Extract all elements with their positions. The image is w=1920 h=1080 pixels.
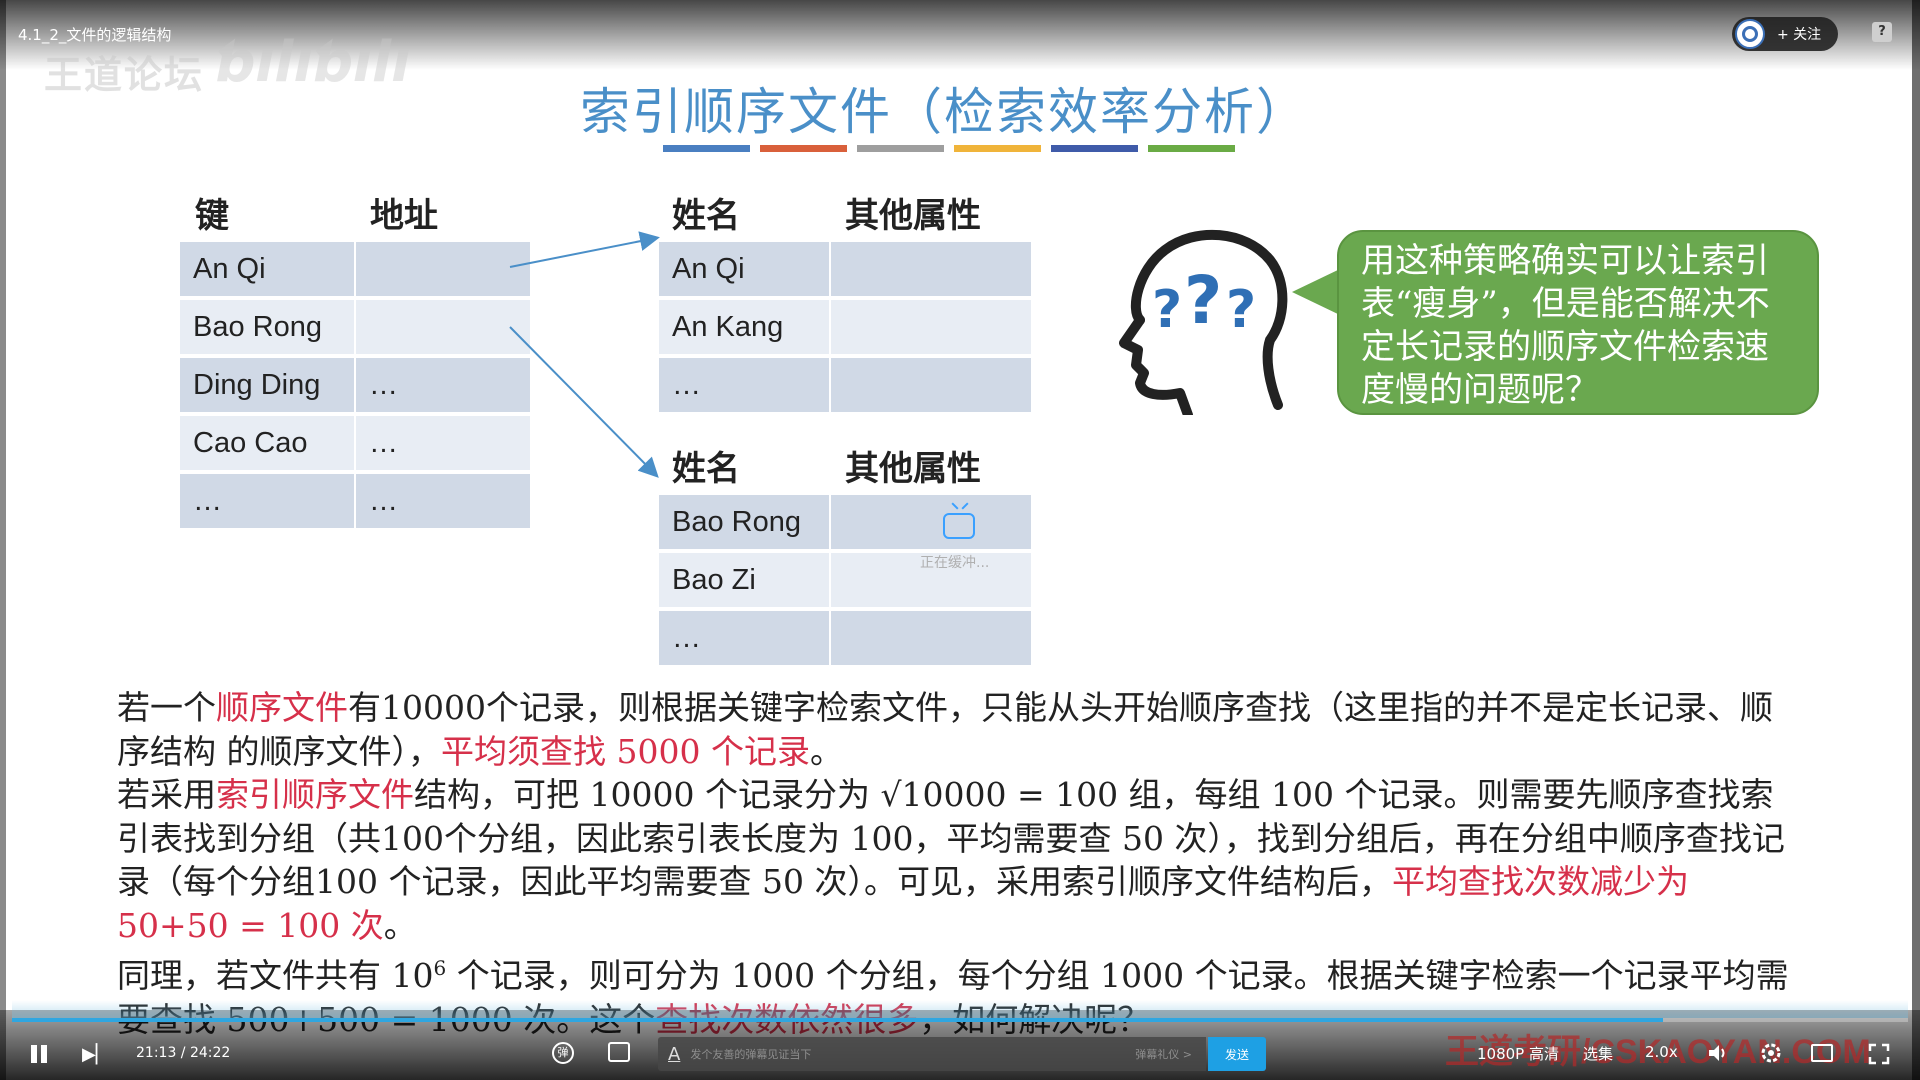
episodes-button[interactable]: 选集 xyxy=(1583,1043,1613,1064)
title-color-bars xyxy=(663,145,1235,152)
danmaku-input-wrap: A 弹幕礼仪 > xyxy=(658,1037,1206,1071)
danmaku-style-icon[interactable]: A xyxy=(668,1044,680,1065)
danmaku-input[interactable] xyxy=(690,1047,1136,1061)
title-color-bar xyxy=(857,145,944,152)
group-table-1-header-attrs: 其他属性 xyxy=(845,196,981,236)
title-color-bar xyxy=(663,145,750,152)
group-table-2-cell xyxy=(831,611,1031,665)
progress-heatmap xyxy=(12,1000,1908,1018)
send-danmaku-button[interactable]: 发送 xyxy=(1208,1037,1266,1071)
watermark-top-left: 王道论坛 xyxy=(44,53,205,97)
group-table-1-cell: An Qi xyxy=(659,242,829,296)
thinking-head-icon: ? ? ? xyxy=(1119,229,1288,415)
follow-button[interactable]: + 关注 xyxy=(1732,17,1838,51)
time-display: 21:13 / 24:22 xyxy=(136,1045,231,1061)
text-segment: 同理，若文件共有 10 xyxy=(117,956,434,995)
speech-bubble-tail xyxy=(1292,268,1342,316)
buffering-text: 正在缓冲... xyxy=(920,555,990,571)
index-table-cell: … xyxy=(356,474,530,528)
uploader-avatar xyxy=(1735,19,1765,49)
paragraph-1: 若一个顺序文件有10000个记录，则根据关键字检索文件，只能从头开始顺序查找（这… xyxy=(117,686,1797,773)
tv-icon xyxy=(943,513,975,539)
text-segment: 。 xyxy=(383,905,417,945)
text-segment: 有10000个记录，则根据关键字检索文件，只能从头开始顺序查找（这里指的并不是定… xyxy=(117,688,1773,771)
arrow-an-qi xyxy=(509,231,660,268)
pause-button[interactable] xyxy=(28,1043,50,1065)
highlighted-text: 平均须查找 5000 个记录 xyxy=(441,731,810,771)
group-table-1-header-name: 姓名 xyxy=(672,196,740,236)
index-table-header-key: 键 xyxy=(195,196,229,236)
frame-edge-left xyxy=(0,0,6,1080)
text-segment: 若一个 xyxy=(117,688,216,727)
index-table-cell: An Qi xyxy=(180,242,354,296)
title-color-bar xyxy=(1051,145,1138,152)
next-episode-button[interactable]: ▶▏ xyxy=(82,1044,110,1065)
progress-bar[interactable] xyxy=(12,1018,1908,1022)
frame-edge-right xyxy=(1912,0,1920,1080)
video-title: 4.1_2_文件的逻辑结构 xyxy=(18,26,172,44)
follow-label: + 关注 xyxy=(1777,27,1822,43)
index-table-cell xyxy=(356,242,530,296)
group-table-2-cell: … xyxy=(659,611,829,665)
quality-selector[interactable]: 1080P 高清 xyxy=(1477,1043,1559,1064)
svg-text:?: ? xyxy=(1226,280,1256,340)
title-color-bar xyxy=(1148,145,1235,152)
text-segment: 若采用 xyxy=(117,775,216,814)
slide-title: 索引顺序文件（检索效率分析） xyxy=(580,83,1308,141)
svg-text:?: ? xyxy=(1152,280,1182,340)
group-table-2-header-name: 姓名 xyxy=(672,449,740,489)
group-table-1-cell: An Kang xyxy=(659,300,829,354)
arrow-bao-rong xyxy=(509,326,659,478)
progress-fill xyxy=(12,1018,1663,1022)
fullscreen-icon[interactable] xyxy=(1867,1042,1891,1066)
highlighted-text: 顺序文件 xyxy=(216,688,348,727)
svg-text:?: ? xyxy=(1184,262,1222,339)
paragraph-2: 若采用索引顺序文件结构，可把 10000 个记录分为 √10000 = 100 … xyxy=(117,773,1797,947)
title-color-bar xyxy=(760,145,847,152)
index-table-header-address: 地址 xyxy=(370,196,438,236)
speech-bubble: 用这种策略确实可以让索引表“瘦身”，但是能否解决不定长记录的顺序文件检索速度慢的… xyxy=(1337,230,1819,415)
group-table-2-cell: Bao Zi xyxy=(659,553,829,607)
danmaku-etiquette-link[interactable]: 弹幕礼仪 > xyxy=(1135,1046,1192,1062)
group-table-2-header-attrs: 其他属性 xyxy=(845,449,981,489)
bilibili-logo-watermark: ƅılıƅılı xyxy=(215,30,411,95)
volume-icon[interactable] xyxy=(1707,1042,1729,1064)
help-icon[interactable]: ? xyxy=(1872,22,1892,42)
group-table-2-cell xyxy=(831,495,1031,549)
index-table-cell: Bao Rong xyxy=(180,300,354,354)
group-table-1-cell xyxy=(831,242,1031,296)
group-table-1-cell: … xyxy=(659,358,829,412)
index-table-cell xyxy=(356,300,530,354)
slide-body-text: 若一个顺序文件有10000个记录，则根据关键字检索文件，只能从头开始顺序查找（这… xyxy=(117,686,1797,1041)
settings-icon[interactable] xyxy=(1759,1041,1783,1065)
group-table-1-cell xyxy=(831,300,1031,354)
index-table-cell: Ding Ding xyxy=(180,358,354,412)
index-table-cell: … xyxy=(356,358,530,412)
index-table-cell: … xyxy=(180,474,354,528)
highlighted-text: 索引顺序文件 xyxy=(216,775,414,814)
danmaku-toggle-icon[interactable]: 弹 xyxy=(552,1042,574,1064)
danmaku-settings-icon[interactable] xyxy=(608,1042,630,1062)
index-table-cell: Cao Cao xyxy=(180,416,354,470)
title-color-bar xyxy=(954,145,1041,152)
text-segment: 。 xyxy=(809,731,843,771)
group-table-1-cell xyxy=(831,358,1031,412)
text-segment: 6 xyxy=(433,956,447,980)
video-frame[interactable]: 4.1_2_文件的逻辑结构 王道论坛 ƅılıƅılı + 关注 ? 索引顺序文… xyxy=(0,0,1920,1080)
picture-in-picture-icon[interactable] xyxy=(1811,1044,1833,1062)
group-table-2-cell: Bao Rong xyxy=(659,495,829,549)
speed-selector[interactable]: 2.0x xyxy=(1645,1043,1678,1061)
index-table-cell: … xyxy=(356,416,530,470)
